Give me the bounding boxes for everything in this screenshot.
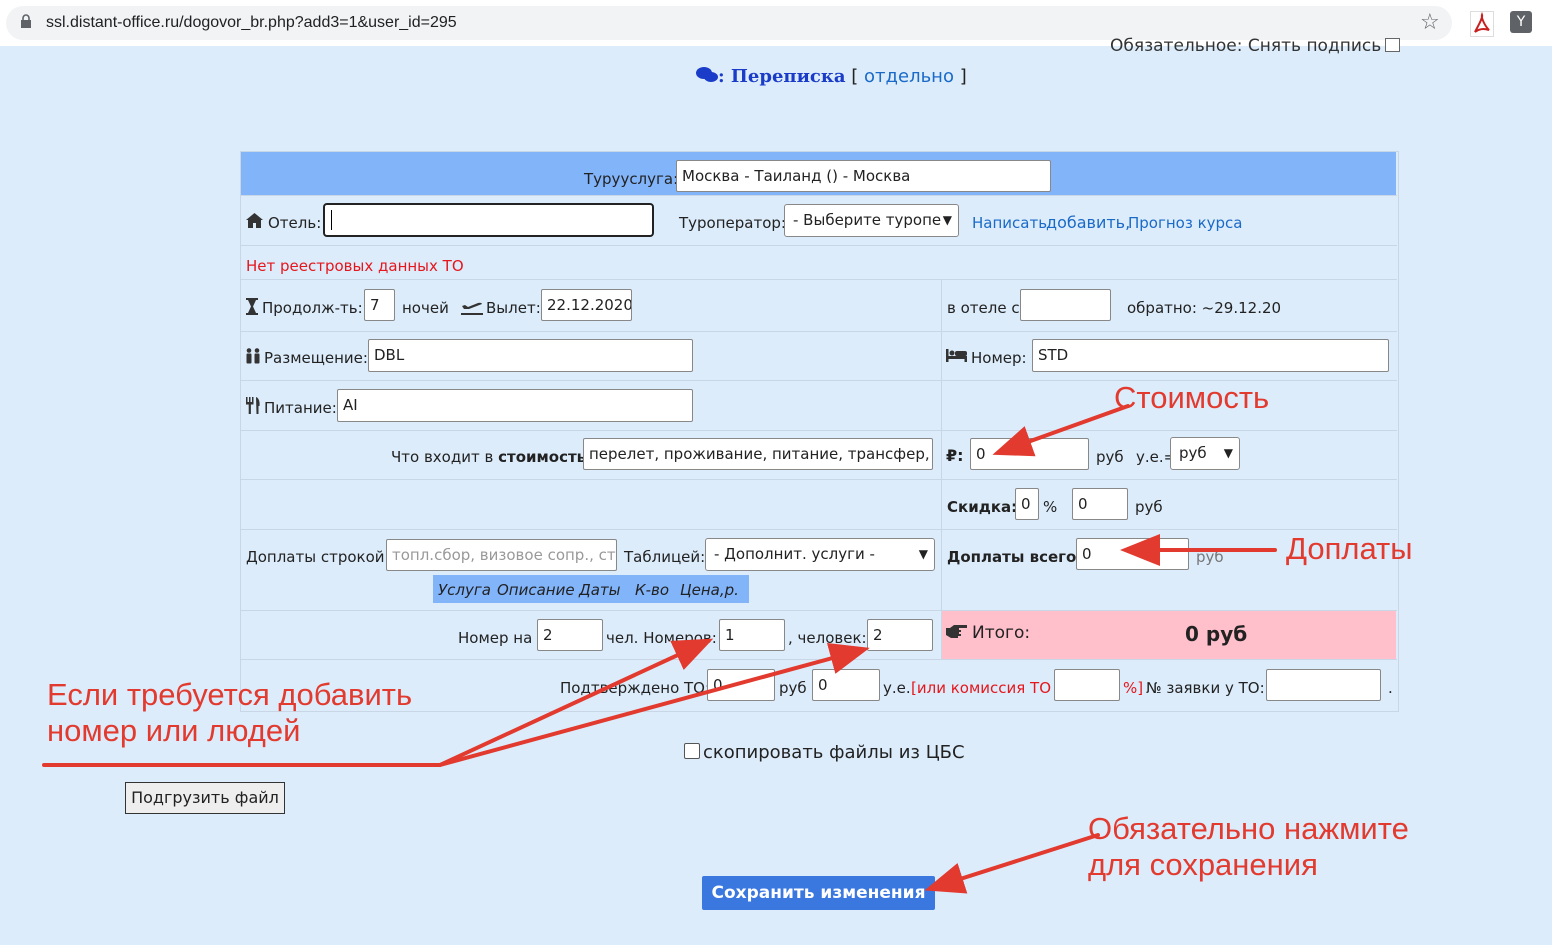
arrow-save — [924, 833, 1100, 894]
arrow-rooms — [42, 638, 714, 767]
arrow-cost — [992, 404, 1130, 457]
annotation-arrows — [42, 404, 1277, 894]
